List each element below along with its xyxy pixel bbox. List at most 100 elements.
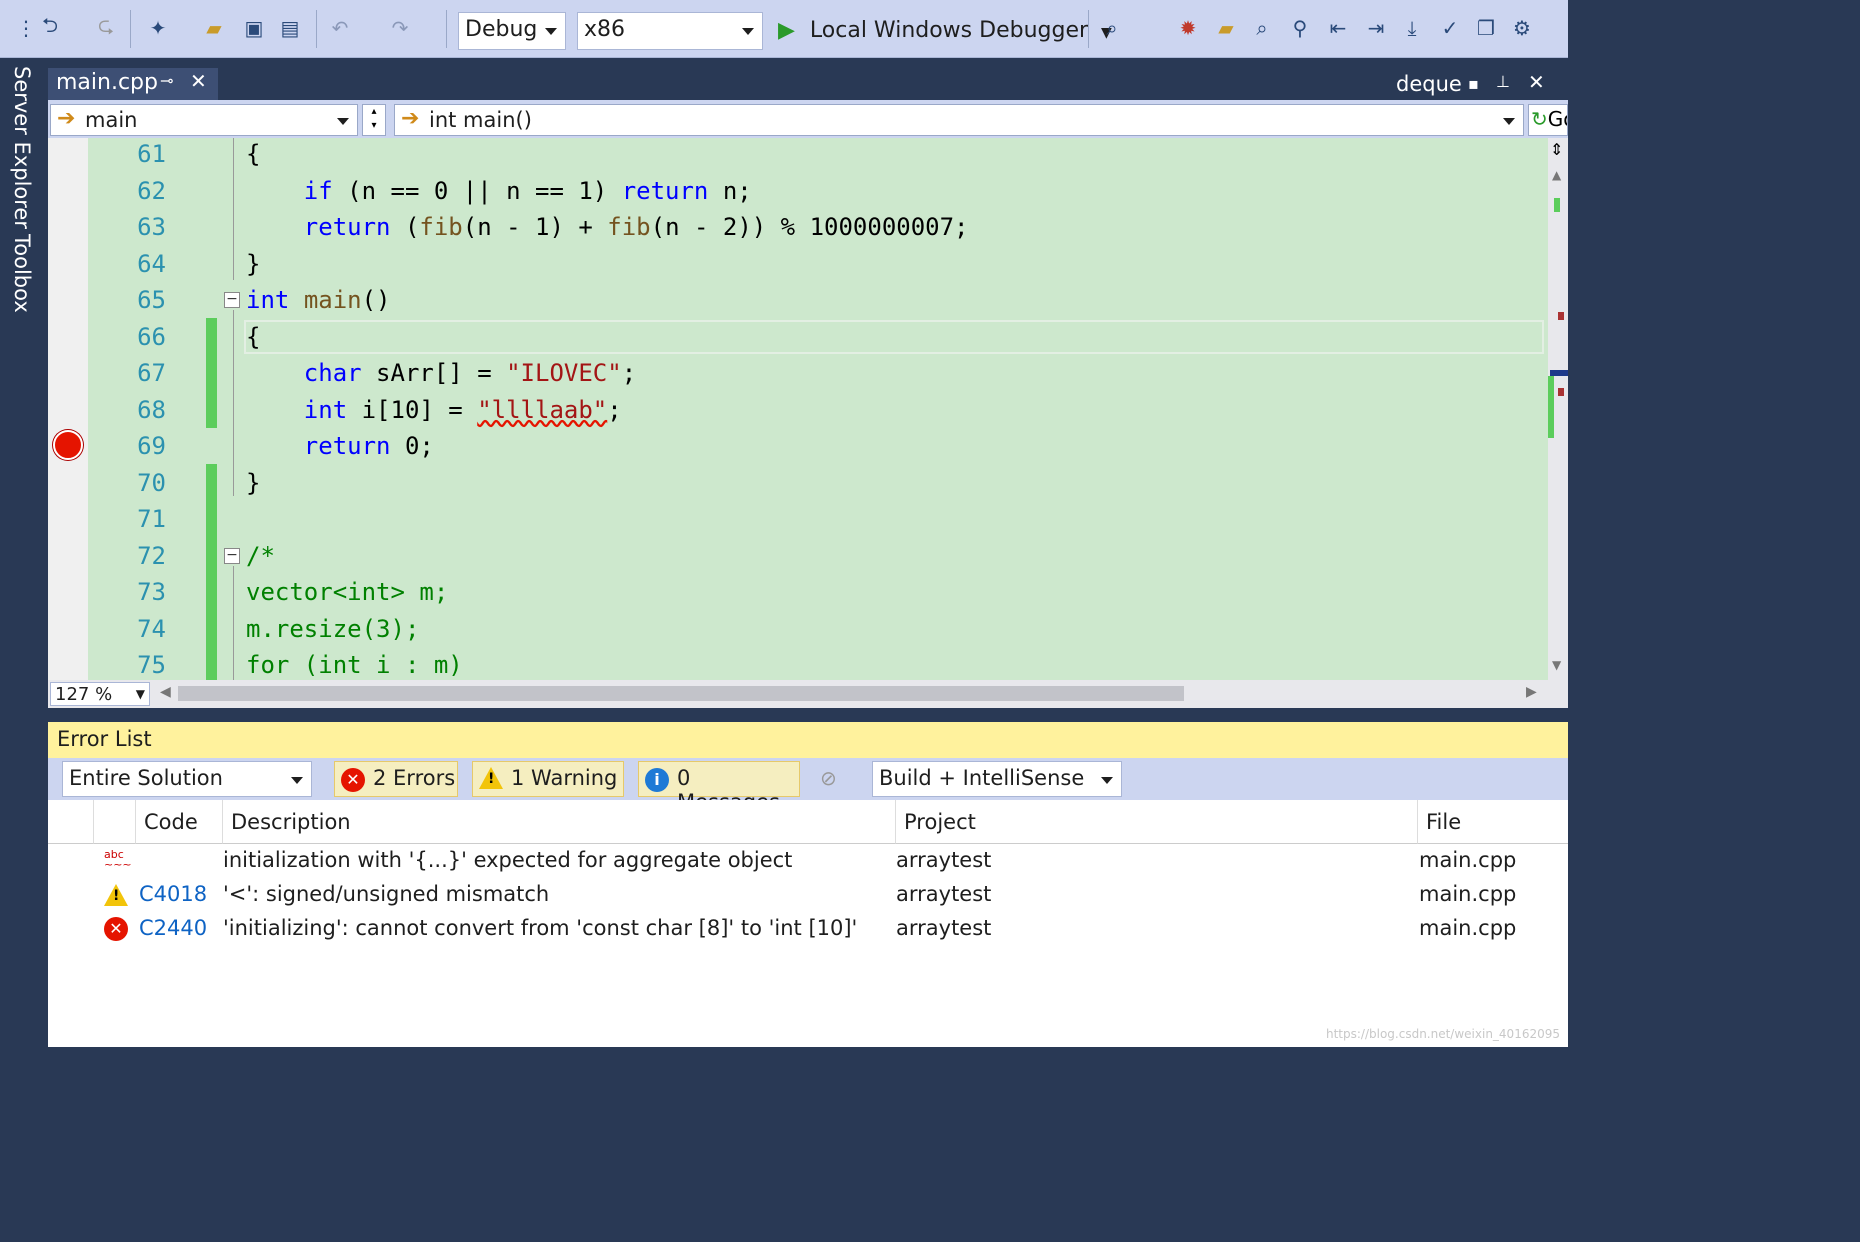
- member-dropdown[interactable]: ➔ int main(): [394, 104, 1524, 136]
- zoom-dropdown[interactable]: 127 % ▼: [50, 682, 150, 706]
- messages-filter-button[interactable]: i 0 Messages: [638, 761, 800, 814]
- close-panel-icon[interactable]: ✕: [1528, 70, 1545, 94]
- side-tool-rail: Server Explorer Toolbox: [0, 58, 48, 1047]
- tab-label: main.cpp: [56, 70, 158, 95]
- code-line[interactable]: char sArr[] = "ILOVEC";: [246, 355, 636, 391]
- scope-dropdown[interactable]: ➔ main: [50, 104, 358, 136]
- warning-icon: !: [104, 884, 128, 908]
- forward-icon[interactable]: ⮎: [92, 13, 120, 42]
- error-project[interactable]: arraytest: [896, 882, 991, 906]
- folder-sync-icon[interactable]: ▰: [1212, 14, 1240, 42]
- error-description[interactable]: initialization with '{...}' expected for…: [223, 848, 792, 872]
- code-line[interactable]: int main(): [246, 282, 391, 318]
- solution-platform-dropdown[interactable]: x86: [577, 12, 763, 50]
- code-line[interactable]: }: [246, 465, 260, 501]
- code-line[interactable]: {: [246, 319, 260, 355]
- find-icon[interactable]: ⌕: [1248, 14, 1276, 42]
- horizontal-scrollbar-thumb[interactable]: [178, 686, 1184, 701]
- error-project[interactable]: arraytest: [896, 848, 991, 872]
- code-line[interactable]: for (int i : m): [246, 647, 463, 680]
- toolbox-tab[interactable]: Toolbox: [10, 234, 34, 313]
- redo-icon[interactable]: ↷: [386, 14, 414, 42]
- scope-value: main: [85, 108, 138, 132]
- line-number: 63: [137, 213, 166, 241]
- close-icon[interactable]: ✕: [190, 69, 207, 93]
- column-header-description[interactable]: Description: [223, 800, 896, 844]
- save-icon[interactable]: ▣: [240, 14, 268, 42]
- vertical-scrollbar[interactable]: ⇕ ▲ ▼: [1548, 138, 1568, 680]
- scroll-left-icon[interactable]: ◀: [160, 684, 171, 700]
- zoom-value: 127 %: [55, 684, 113, 705]
- change-bar: [206, 464, 217, 680]
- code-line[interactable]: vector<int> m;: [246, 574, 448, 610]
- code-line[interactable]: if (n == 0 || n == 1) return n;: [246, 173, 752, 209]
- column-header-project[interactable]: Project: [896, 800, 1418, 844]
- error-file[interactable]: main.cpp: [1419, 916, 1516, 940]
- watermark: https://blog.csdn.net/weixin_40162095: [1325, 1027, 1560, 1041]
- column-header-icon[interactable]: [94, 800, 136, 844]
- intellisense-squiggle-icon: abc ~~~: [104, 848, 132, 871]
- lock-icon[interactable]: ▪: [1468, 74, 1479, 93]
- go-button[interactable]: ↻Go: [1528, 104, 1568, 136]
- code-line[interactable]: {: [246, 138, 260, 172]
- error-list-table: Code Description Project File abc ~~~ ini…: [48, 800, 1568, 1047]
- breakpoint-icon[interactable]: [53, 430, 83, 460]
- clear-filter-icon[interactable]: ⊘: [820, 766, 837, 790]
- code-line[interactable]: return 0;: [246, 428, 434, 464]
- error-code-link[interactable]: C2440: [139, 916, 207, 940]
- open-folder-icon[interactable]: ▰: [200, 14, 228, 42]
- code-line[interactable]: m.resize(3);: [246, 611, 419, 647]
- error-project[interactable]: arraytest: [896, 916, 991, 940]
- column-header-file[interactable]: File: [1418, 800, 1568, 844]
- error-file[interactable]: main.cpp: [1419, 848, 1516, 872]
- code-editor[interactable]: 61 62 63 64 65 66 67 68 69 70 71 72 73 74 75 − − { if …: [48, 138, 1568, 680]
- pin-panel-icon[interactable]: ⊥: [1496, 72, 1510, 91]
- warnings-filter-button[interactable]: ! 1 Warning: [472, 761, 624, 797]
- chevron-down-icon: ▼: [135, 687, 145, 701]
- undo-icon[interactable]: ↶: [326, 14, 354, 42]
- go-label: Go: [1547, 107, 1567, 131]
- scroll-right-icon[interactable]: ▶: [1526, 684, 1537, 700]
- scroll-up-icon[interactable]: ▲: [1552, 168, 1561, 182]
- code-line[interactable]: return (fib(n - 1) + fib(n - 2)) % 10000…: [246, 209, 969, 245]
- window-icon[interactable]: ❐: [1472, 14, 1500, 42]
- server-explorer-tab[interactable]: Server Explorer: [10, 66, 34, 229]
- solution-config-dropdown[interactable]: Debug: [458, 12, 566, 50]
- column-header-category[interactable]: [48, 800, 94, 844]
- settings-icon[interactable]: ⚙: [1508, 14, 1536, 42]
- tab-main-cpp[interactable]: main.cpp ⊸ ✕: [48, 68, 218, 100]
- split-toggle-button[interactable]: ▴ ▾: [362, 104, 386, 136]
- save-all-icon[interactable]: ▤: [276, 14, 304, 42]
- current-line-highlight: [244, 320, 1544, 354]
- scroll-down-icon[interactable]: ▼: [1552, 658, 1561, 672]
- code-line[interactable]: /*: [246, 538, 275, 574]
- diagnostic-icon[interactable]: ✹: [1174, 14, 1202, 42]
- spell-check-icon[interactable]: ✓: [1436, 14, 1464, 42]
- new-project-icon[interactable]: ✦: [144, 14, 172, 42]
- start-debugger-button[interactable]: ▶ Local Windows Debugger ▼: [778, 18, 1112, 43]
- browse-icon[interactable]: ⌕: [1098, 14, 1126, 42]
- split-handle-icon[interactable]: ⇕: [1550, 140, 1563, 159]
- build-source-dropdown[interactable]: Build + IntelliSense: [872, 761, 1122, 797]
- step-back-icon[interactable]: ⇤: [1324, 14, 1352, 42]
- error-description[interactable]: 'initializing': cannot convert from 'con…: [223, 916, 857, 940]
- errors-filter-button[interactable]: ✕ 2 Errors: [334, 761, 458, 797]
- scope-filter-value: Entire Solution: [69, 766, 223, 790]
- code-line[interactable]: int i[10] = "llllaab";: [246, 392, 622, 428]
- error-description[interactable]: '<': signed/unsigned mismatch: [223, 882, 549, 906]
- pin-icon[interactable]: ⊸: [160, 71, 173, 90]
- glyph-margin[interactable]: [48, 138, 88, 680]
- code-line[interactable]: }: [246, 246, 260, 282]
- step-into-icon[interactable]: ⤓: [1398, 14, 1426, 42]
- document-tab-strip: main.cpp ⊸ ✕ deque ▪ ⊥ ✕: [48, 58, 1568, 100]
- back-icon[interactable]: ⮌: [36, 13, 64, 42]
- error-code-link[interactable]: C4018: [139, 882, 207, 906]
- collapse-icon[interactable]: −: [224, 292, 240, 308]
- step-over-icon[interactable]: ⇥: [1362, 14, 1390, 42]
- solution-platform-value: x86: [584, 17, 626, 42]
- column-header-code[interactable]: Code: [136, 800, 223, 844]
- error-file[interactable]: main.cpp: [1419, 882, 1516, 906]
- scope-filter-dropdown[interactable]: Entire Solution: [62, 761, 312, 797]
- find-symbol-icon[interactable]: ⚲: [1286, 14, 1314, 42]
- collapse-icon[interactable]: −: [224, 548, 240, 564]
